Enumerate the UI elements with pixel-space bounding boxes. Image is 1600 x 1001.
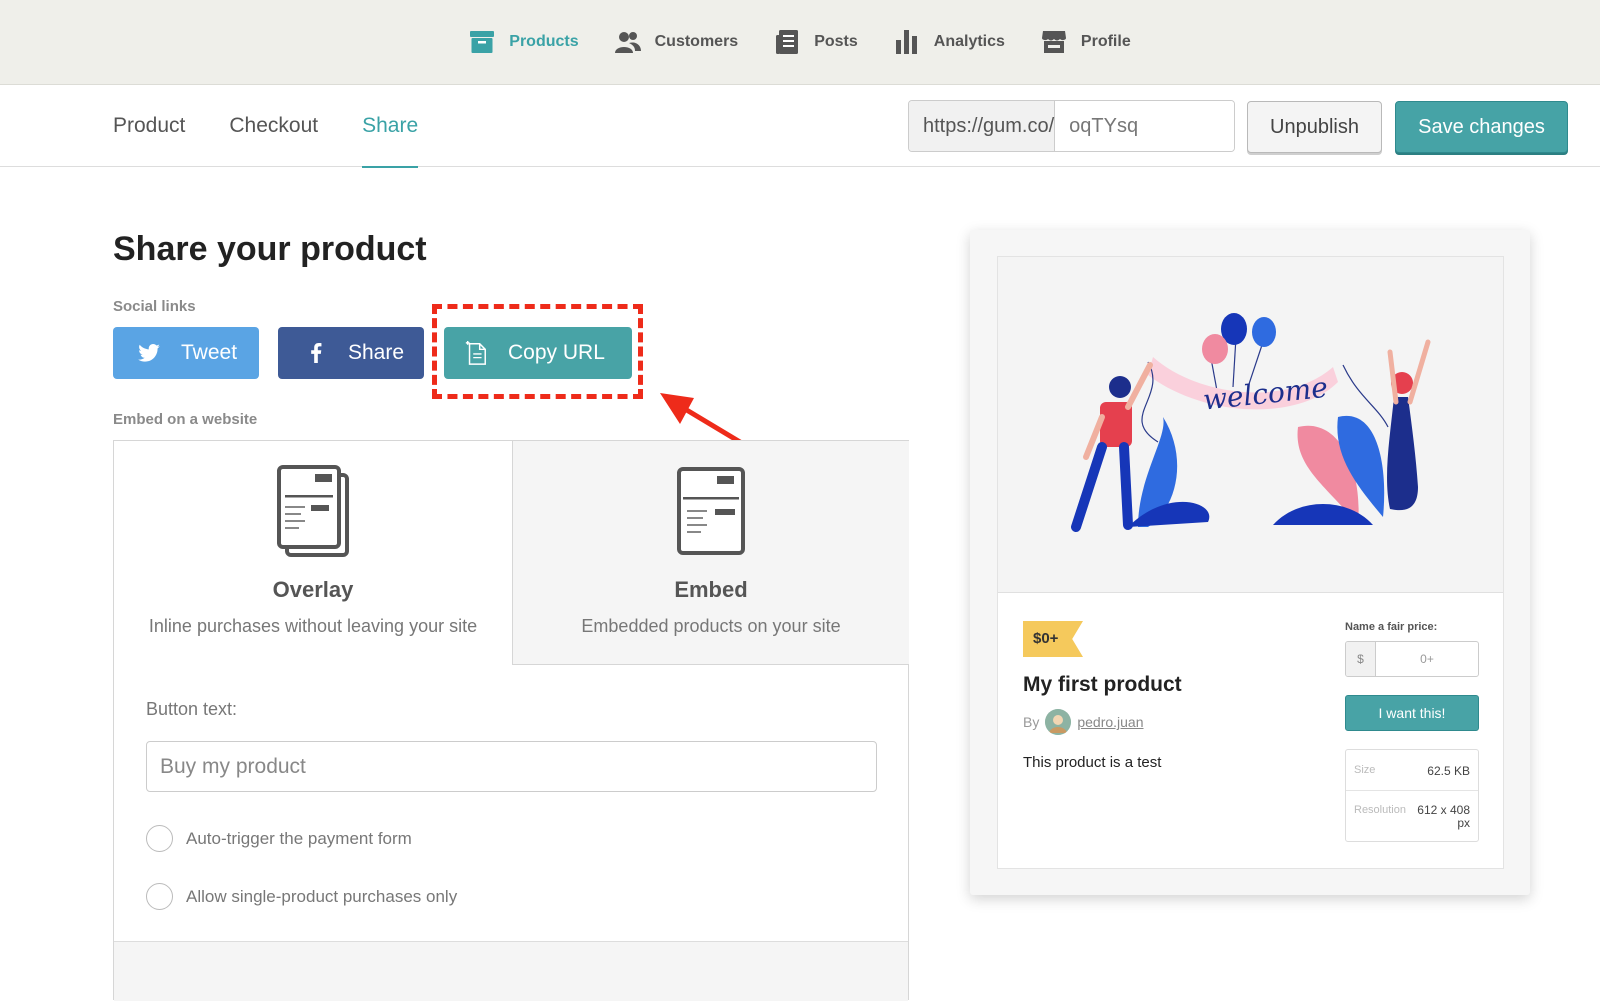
button-text-input[interactable] [146, 741, 877, 792]
auto-trigger-radio[interactable] [146, 825, 173, 852]
single-product-radio[interactable] [146, 883, 173, 910]
auto-trigger-option[interactable]: Auto-trigger the payment form [146, 825, 412, 852]
button-text-label: Button text: [146, 699, 238, 719]
fair-price-label: Name a fair price: [1345, 621, 1438, 633]
newspaper-icon [774, 29, 800, 55]
overlay-option[interactable]: Overlay Inline purchases without leaving… [114, 441, 512, 665]
price-badge: $0+ [1023, 621, 1083, 657]
embed-panel-footer [114, 941, 908, 1001]
product-description: This product is a test [1023, 754, 1162, 771]
resolution-value: 612 x 408 px [1417, 803, 1470, 830]
nav-item-analytics[interactable]: Analytics [894, 29, 1005, 55]
product-cover-image: welcome [998, 257, 1503, 593]
facebook-icon [304, 341, 328, 365]
overlay-description: Inline purchases without leaving your si… [148, 616, 478, 636]
twitter-icon [137, 341, 161, 365]
sub-header: Product Checkout Share https://gum.co/ U… [0, 85, 1600, 168]
tab-product[interactable]: Product [113, 85, 185, 167]
url-prefix: https://gum.co/ [909, 101, 1056, 151]
size-value: 62.5 KB [1427, 764, 1470, 778]
embed-title: Embed [674, 577, 748, 602]
embed-document-icon [675, 465, 747, 562]
size-key: Size [1354, 764, 1376, 776]
nav-item-label: Products [509, 33, 579, 50]
bar-chart-icon [894, 29, 920, 55]
share-label: Share [348, 341, 405, 364]
price-placeholder: 0+ [1420, 652, 1434, 666]
nav-item-label: Profile [1080, 33, 1131, 50]
facebook-share-button[interactable]: Share [278, 327, 424, 379]
storefront-icon [1041, 29, 1067, 55]
url-field: https://gum.co/ [908, 100, 1235, 152]
product-name: My first product [1023, 673, 1182, 696]
nav-item-label: Posts [814, 33, 858, 50]
tab-share[interactable]: Share [362, 85, 419, 168]
annotation-highlight-box [432, 304, 643, 399]
single-product-label: Allow single-product purchases only [186, 886, 458, 906]
tab-checkout[interactable]: Checkout [229, 85, 318, 167]
social-links-label: Social links [113, 298, 196, 315]
nav-item-profile[interactable]: Profile [1041, 29, 1131, 55]
tab-bar: Product Checkout Share [113, 85, 462, 168]
file-info-box: Size 62.5 KB Resolution 612 x 408 px [1345, 749, 1479, 842]
archive-box-icon [469, 29, 495, 55]
resolution-key: Resolution [1354, 804, 1406, 816]
author-link[interactable]: pedro.juan [1077, 714, 1143, 730]
overlay-document-icon [277, 465, 349, 562]
embed-website-label: Embed on a website [113, 411, 258, 428]
currency-symbol: $ [1346, 642, 1376, 676]
tweet-label: Tweet [181, 341, 238, 364]
embed-option[interactable]: Embed Embedded products on your site [512, 441, 909, 665]
embed-panel: Overlay Inline purchases without leaving… [113, 440, 909, 1001]
single-product-option[interactable]: Allow single-product purchases only [146, 883, 457, 910]
nav-item-customers[interactable]: Customers [614, 29, 739, 55]
banner-text: welcome [1201, 371, 1329, 417]
by-label: By [1023, 714, 1040, 730]
save-changes-button[interactable]: Save changes [1395, 101, 1568, 153]
info-divider [1346, 790, 1478, 791]
url-slug-input[interactable] [1055, 101, 1234, 151]
people-icon [614, 29, 641, 55]
avatar [1045, 709, 1072, 735]
fair-price-input[interactable]: $ 0+ [1345, 641, 1479, 677]
i-want-this-button[interactable]: I want this! [1345, 695, 1479, 731]
tweet-button[interactable]: Tweet [113, 327, 259, 379]
auto-trigger-label: Auto-trigger the payment form [186, 828, 412, 848]
overlay-title: Overlay [272, 577, 354, 602]
product-preview-card: welcome $0+ My first product By pedro.ju [997, 256, 1504, 869]
byline: By pedro.juan [1023, 709, 1144, 735]
nav-item-label: Customers [654, 33, 739, 50]
unpublish-button[interactable]: Unpublish [1247, 101, 1382, 153]
embed-description: Embedded products on your site [581, 616, 841, 636]
nav-item-posts[interactable]: Posts [774, 29, 858, 55]
page-title: Share your product [113, 230, 427, 268]
nav-item-products[interactable]: Products [469, 29, 579, 55]
top-nav: Products Customers Posts Analytics Profi… [0, 0, 1600, 85]
nav-item-label: Analytics [933, 33, 1005, 50]
